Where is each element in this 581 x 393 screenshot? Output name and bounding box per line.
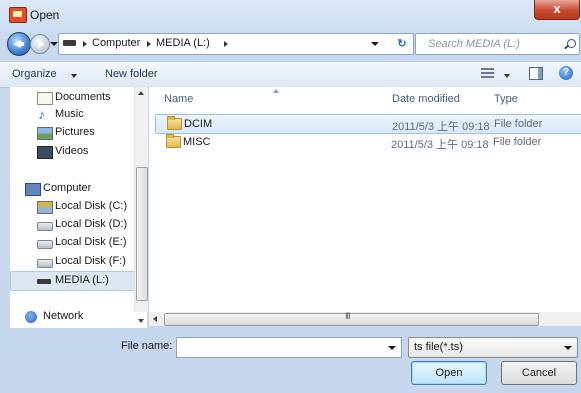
nav-item-local-disk-c[interactable]: Local Disk (C:) bbox=[10, 198, 145, 216]
column-header-name[interactable]: Name bbox=[164, 93, 193, 105]
computer-icon bbox=[25, 183, 41, 196]
scroll-down-icon[interactable] bbox=[138, 319, 144, 323]
file-date: 2011/5/3 上午 09:18 bbox=[392, 121, 490, 133]
file-list: Name Date modified Type DCIM 2011/5/3 上午… bbox=[149, 87, 581, 312]
nav-item-label: Computer bbox=[43, 182, 92, 194]
close-button[interactable]: x bbox=[534, 0, 580, 20]
disk-icon bbox=[37, 259, 53, 268]
chevron-right-icon[interactable] bbox=[224, 41, 228, 47]
new-folder-button[interactable]: New folder bbox=[105, 68, 158, 80]
nav-item-local-disk-f[interactable]: Local Disk (F:) bbox=[10, 253, 145, 271]
sort-ascending-icon bbox=[273, 89, 279, 93]
nav-item-label: Local Disk (D:) bbox=[55, 218, 128, 230]
scroll-thumb[interactable] bbox=[136, 167, 148, 301]
file-name-input[interactable] bbox=[176, 337, 402, 358]
navigation-pane: Documents Music Pictures Videos Computer… bbox=[10, 87, 147, 328]
views-icon[interactable] bbox=[481, 67, 494, 78]
scroll-grip: III bbox=[345, 311, 350, 321]
nav-item-videos[interactable]: Videos bbox=[10, 143, 145, 161]
address-dropdown-icon[interactable] bbox=[369, 38, 381, 50]
preview-pane-icon[interactable] bbox=[529, 67, 543, 80]
app-icon bbox=[9, 7, 27, 23]
system-disk-icon bbox=[37, 201, 53, 214]
table-row[interactable]: MISC 2011/5/3 上午 09:18 File folder bbox=[155, 133, 581, 151]
scroll-left-icon[interactable] bbox=[153, 316, 157, 322]
chevron-right-icon[interactable] bbox=[147, 41, 151, 47]
scroll-thumb[interactable]: III bbox=[164, 311, 539, 326]
back-button[interactable] bbox=[7, 32, 31, 56]
folder-icon bbox=[167, 116, 182, 130]
pictures-icon bbox=[37, 127, 53, 140]
file-name: MISC bbox=[183, 136, 211, 148]
nav-item-label: Videos bbox=[55, 145, 89, 157]
nav-item-pictures[interactable]: Pictures bbox=[10, 124, 145, 142]
nav-item-label: MEDIA (L:) bbox=[55, 274, 109, 286]
address-bar[interactable]: Computer MEDIA (L:) bbox=[58, 33, 393, 55]
nav-vertical-scrollbar[interactable] bbox=[134, 87, 148, 323]
nav-item-label: Local Disk (C:) bbox=[55, 200, 128, 212]
recent-pages-dropdown-icon[interactable] bbox=[50, 40, 58, 48]
nav-item-label: Local Disk (E:) bbox=[55, 236, 127, 248]
nav-item-music[interactable]: Music bbox=[10, 106, 145, 124]
table-row[interactable]: DCIM 2011/5/3 上午 09:18 File folder bbox=[155, 114, 581, 134]
column-header-date-modified[interactable]: Date modified bbox=[392, 93, 460, 105]
music-icon bbox=[37, 106, 51, 122]
file-name: DCIM bbox=[184, 118, 213, 130]
removable-drive-icon bbox=[37, 279, 51, 284]
organize-button[interactable]: Organize bbox=[12, 68, 57, 80]
nav-item-label: Network bbox=[43, 310, 84, 322]
nav-item-documents[interactable]: Documents bbox=[10, 89, 145, 107]
horizontal-scrollbar[interactable]: III bbox=[149, 311, 581, 326]
drive-icon bbox=[63, 40, 76, 46]
title-bar: Open x bbox=[0, 0, 581, 30]
file-type-select[interactable]: ts file(*.ts) bbox=[408, 337, 578, 358]
open-button[interactable]: Open bbox=[411, 361, 487, 385]
file-date: 2011/5/3 上午 09:18 bbox=[391, 139, 489, 151]
file-type: File folder bbox=[494, 118, 543, 130]
dialog-footer: File name: ts file(*.ts) Open Cancel bbox=[0, 328, 581, 393]
refresh-button[interactable]: ↻ bbox=[391, 33, 414, 55]
search-input[interactable]: Search MEDIA (L:) bbox=[415, 33, 580, 55]
chevron-down-icon bbox=[71, 74, 77, 78]
chevron-down-icon bbox=[564, 346, 572, 350]
nav-item-local-disk-e[interactable]: Local Disk (E:) bbox=[10, 234, 145, 252]
documents-icon bbox=[37, 92, 53, 105]
breadcrumb-media[interactable]: MEDIA (L:) bbox=[156, 37, 210, 49]
breadcrumb-computer[interactable]: Computer bbox=[92, 37, 140, 49]
chevron-right-icon[interactable] bbox=[83, 41, 87, 47]
nav-item-computer[interactable]: Computer bbox=[10, 180, 145, 198]
column-header-type[interactable]: Type bbox=[494, 93, 518, 105]
nav-item-label: Music bbox=[55, 108, 84, 120]
videos-icon bbox=[37, 146, 53, 159]
folder-icon bbox=[166, 134, 181, 148]
forward-button[interactable] bbox=[30, 34, 50, 54]
address-row: Computer MEDIA (L:) ↻ Search MEDIA (L:) bbox=[0, 30, 581, 60]
file-type-value: ts file(*.ts) bbox=[414, 341, 463, 353]
search-icon[interactable] bbox=[567, 39, 576, 48]
chevron-down-icon[interactable] bbox=[504, 74, 510, 78]
nav-item-local-disk-d[interactable]: Local Disk (D:) bbox=[10, 216, 145, 234]
chevron-down-icon[interactable] bbox=[388, 346, 396, 350]
window-title: Open bbox=[30, 8, 60, 22]
disk-icon bbox=[37, 240, 53, 249]
nav-item-label: Pictures bbox=[55, 126, 95, 138]
cancel-button[interactable]: Cancel bbox=[501, 361, 577, 385]
command-bar: Organize New folder ? bbox=[0, 61, 581, 88]
file-name-label: File name: bbox=[121, 340, 173, 352]
nav-item-label: Local Disk (F:) bbox=[55, 255, 126, 267]
help-icon[interactable]: ? bbox=[559, 66, 573, 80]
network-icon bbox=[25, 311, 37, 323]
file-type: File folder bbox=[493, 136, 542, 148]
open-dialog: Open x Computer MEDIA (L:) ↻ Search MEDI… bbox=[0, 0, 581, 393]
nav-item-network[interactable]: Network bbox=[10, 308, 145, 326]
search-placeholder: Search MEDIA (L:) bbox=[428, 38, 520, 50]
nav-item-label: Documents bbox=[55, 91, 111, 103]
nav-item-media-l[interactable]: MEDIA (L:) bbox=[10, 271, 135, 291]
disk-icon bbox=[37, 222, 53, 231]
scroll-up-icon[interactable] bbox=[138, 91, 144, 95]
